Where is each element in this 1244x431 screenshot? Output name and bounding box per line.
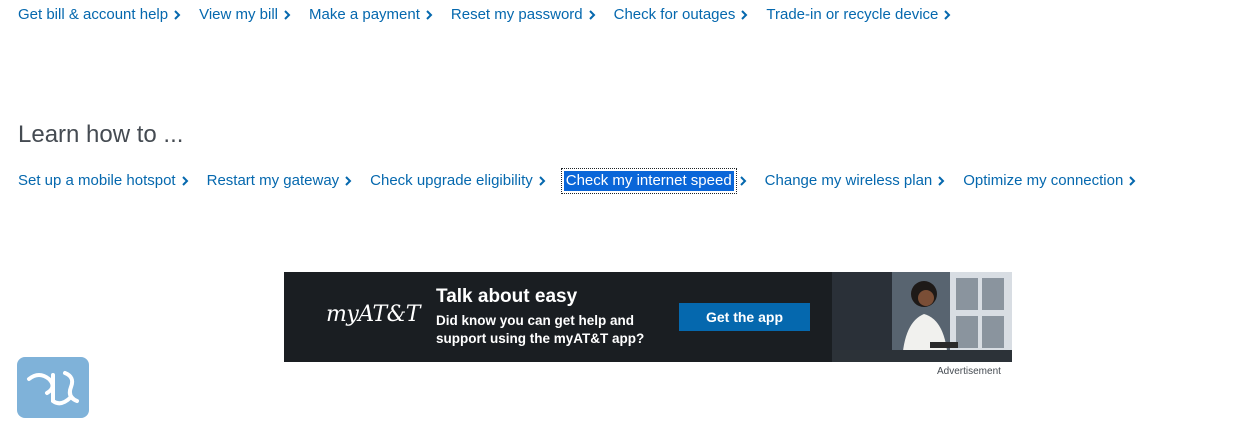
link-label: Trade-in or recycle device <box>766 6 939 23</box>
chevron-right-icon <box>739 176 747 186</box>
link-reset-my-password[interactable]: Reset my password <box>451 5 596 25</box>
link-change-my-wireless-plan[interactable]: Change my wireless plan <box>765 171 946 191</box>
myatt-logo: myAT&T <box>326 302 420 327</box>
link-get-bill-account-help[interactable]: Get bill & account help <box>18 5 181 25</box>
link-label: Set up a mobile hotspot <box>18 172 176 189</box>
site-logo-watermark <box>17 357 89 418</box>
chevron-right-icon <box>284 10 291 20</box>
quick-links: Get bill & account help View my bill Mak… <box>18 5 969 25</box>
chevron-right-icon <box>741 10 748 20</box>
link-label: Check upgrade eligibility <box>370 172 533 189</box>
chevron-right-icon <box>426 10 433 20</box>
link-label: Check for outages <box>613 6 736 23</box>
chevron-right-icon <box>588 10 596 20</box>
learn-how-to-heading: Learn how to ... <box>18 121 184 148</box>
link-restart-my-gateway[interactable]: Restart my gateway <box>207 171 353 191</box>
ad-photo-woman-with-phone <box>832 272 1012 362</box>
chevron-right-icon <box>944 10 951 20</box>
link-check-for-outages[interactable]: Check for outages <box>614 5 749 25</box>
link-label: Get bill & account help <box>18 6 169 23</box>
link-label: View my bill <box>199 6 279 23</box>
chevron-right-icon <box>938 176 945 186</box>
ad-body-text: Did know you can get help and support us… <box>436 313 645 346</box>
chevron-right-icon <box>1129 176 1136 186</box>
link-optimize-my-connection[interactable]: Optimize my connection <box>963 171 1136 191</box>
get-the-app-button[interactable]: Get the app <box>679 303 810 331</box>
ad-headline: Talk about easy <box>436 286 578 307</box>
chevron-right-icon <box>181 176 189 186</box>
watermark-glyph-icon <box>27 371 79 406</box>
myatt-ad-banner[interactable]: myAT&T Talk about easy Did know you can … <box>284 272 1012 362</box>
chevron-right-icon <box>174 10 181 20</box>
chevron-right-icon <box>539 176 546 186</box>
link-make-a-payment[interactable]: Make a payment <box>309 5 433 25</box>
link-set-up-mobile-hotspot[interactable]: Set up a mobile hotspot <box>18 171 189 191</box>
link-trade-in-or-recycle-device[interactable]: Trade-in or recycle device <box>766 5 951 25</box>
link-label: Restart my gateway <box>206 172 340 189</box>
chevron-right-icon <box>345 176 352 186</box>
advertisement-label: Advertisement <box>937 366 1001 377</box>
link-label: Change my wireless plan <box>764 172 933 189</box>
link-check-my-internet-speed[interactable]: Check my internet speed <box>560 168 747 194</box>
link-label: Check my internet speed <box>560 168 737 194</box>
link-label: Make a payment <box>309 6 420 23</box>
link-view-my-bill[interactable]: View my bill <box>199 5 291 25</box>
link-check-upgrade-eligibility[interactable]: Check upgrade eligibility <box>370 171 546 191</box>
learn-links: Set up a mobile hotspot Restart my gatew… <box>18 168 1154 194</box>
link-label: Reset my password <box>450 6 583 23</box>
link-label: Optimize my connection <box>963 172 1124 189</box>
